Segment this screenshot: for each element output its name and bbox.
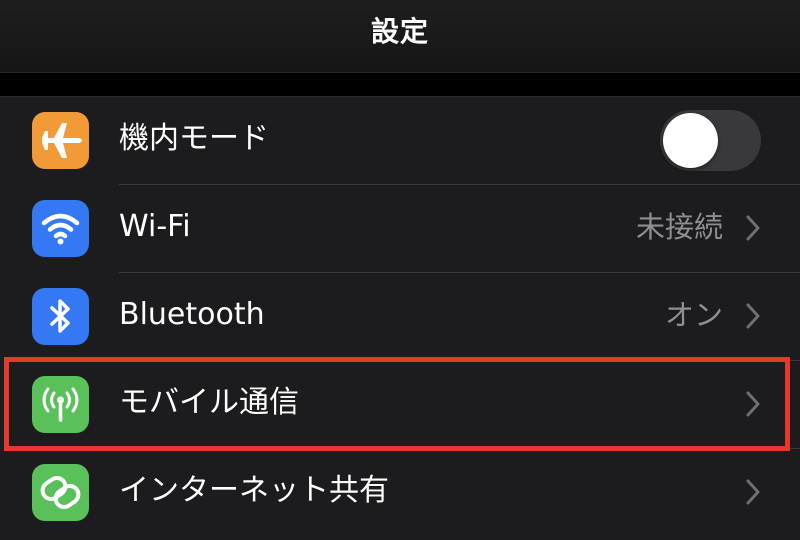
highlight-annotation-box xyxy=(4,357,790,451)
navigation-bar: 設定 xyxy=(0,0,800,73)
wifi-icon xyxy=(32,200,89,257)
settings-list: 機内モード Wi-Fi 未接続 Bluetooth オン モバイル通信 インター… xyxy=(0,96,800,540)
settings-row-label: 機内モード xyxy=(119,121,269,156)
toggle-knob xyxy=(663,113,718,168)
chevron-right-icon xyxy=(746,303,760,329)
airplane-icon xyxy=(32,112,89,169)
settings-screen: 設定 機内モード Wi-Fi 未接続 Bluetooth オン モバイル通信 イ… xyxy=(0,0,800,540)
bluetooth-status-value: オン xyxy=(664,298,723,332)
wifi-status-value: 未接続 xyxy=(635,210,723,244)
chain-link-icon xyxy=(32,464,89,521)
settings-row-bluetooth[interactable]: Bluetooth オン xyxy=(0,273,800,361)
settings-row-label: Wi-Fi xyxy=(119,209,191,244)
settings-row-label: Bluetooth xyxy=(119,297,265,332)
airplane-mode-toggle[interactable] xyxy=(660,110,761,171)
chevron-right-icon xyxy=(746,479,760,505)
chevron-right-icon xyxy=(746,215,760,241)
settings-row-wifi[interactable]: Wi-Fi 未接続 xyxy=(0,185,800,273)
bluetooth-icon xyxy=(32,288,89,345)
page-title: 設定 xyxy=(370,15,429,48)
settings-row-personal-hotspot[interactable]: インターネット共有 xyxy=(0,449,800,537)
settings-row-label: インターネット共有 xyxy=(119,473,389,508)
settings-row-airplane-mode[interactable]: 機内モード xyxy=(0,97,800,185)
